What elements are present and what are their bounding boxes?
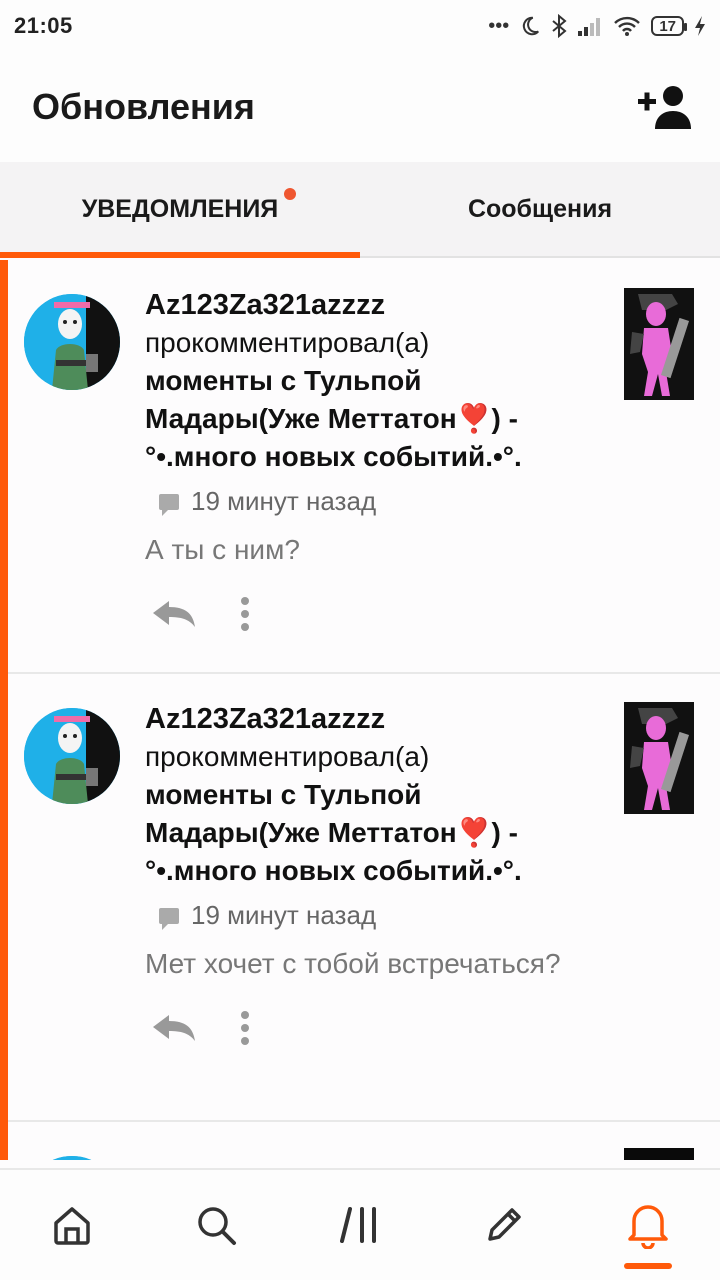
timestamp: 19 минут назад — [191, 900, 377, 930]
notification-body: Az123Za321azzzz прокомментировал(а) моме… — [145, 700, 585, 1057]
unread-dot — [284, 188, 296, 200]
reply-icon[interactable] — [151, 1013, 197, 1043]
home-icon — [54, 1207, 90, 1245]
bluetooth-icon — [552, 14, 567, 38]
feed-accent-bar — [0, 260, 8, 1160]
status-bar: 21:05 ••• 17 — [0, 0, 720, 52]
action-text: прокомментировал(а) — [145, 327, 430, 358]
tab-notifications-label: УВЕДОМЛЕНИЯ — [81, 194, 279, 223]
username[interactable]: Az123Za321azzzz — [145, 286, 585, 324]
nav-search[interactable] — [166, 1175, 266, 1275]
charging-icon — [695, 16, 705, 36]
username[interactable]: Az123Za321azzzz — [145, 700, 585, 738]
comment-icon — [159, 907, 179, 930]
pencil-icon — [488, 1208, 521, 1241]
post-thumbnail[interactable] — [624, 1148, 694, 1160]
signal-icon — [578, 18, 601, 36]
feed-icon — [340, 1207, 376, 1243]
wifi-icon — [614, 16, 641, 36]
nav-feed[interactable] — [310, 1175, 410, 1275]
notification-meta: 19 минут назад — [145, 900, 585, 931]
card-actions — [145, 1007, 585, 1057]
action-text: прокомментировал(а) — [145, 741, 430, 772]
notification-card[interactable]: Az123Za321azzzz прокомментировал(а) моме… — [0, 674, 720, 1122]
nav-home[interactable] — [22, 1175, 122, 1275]
tab-messages-label: Сообщения — [467, 194, 613, 223]
battery-indicator: 17 — [651, 16, 687, 36]
page-title: Обновления — [32, 86, 255, 127]
app-bar: Обновления — [0, 52, 720, 162]
search-icon — [198, 1207, 236, 1245]
status-icons: ••• 17 — [488, 14, 706, 38]
reply-icon[interactable] — [151, 599, 197, 629]
card-actions — [145, 593, 585, 643]
timestamp: 19 минут назад — [191, 486, 377, 516]
more-options-icon[interactable] — [241, 1011, 249, 1045]
nav-write[interactable] — [454, 1175, 554, 1275]
more-icon: ••• — [488, 14, 510, 37]
bottom-navigation — [0, 1168, 720, 1280]
nav-notifications[interactable] — [598, 1175, 698, 1275]
comment-text: А ты с ним? — [145, 534, 300, 565]
comment-icon — [159, 493, 179, 516]
notification-card[interactable]: Az123Za321azzzz прокомментировал(а) моме… — [0, 260, 720, 674]
tab-bar: УВЕДОМЛЕНИЯ Сообщения — [0, 162, 720, 258]
notification-card[interactable] — [0, 1122, 720, 1160]
post-title[interactable]: моменты с Тульпой Мадары(Уже Меттатон❣️)… — [145, 776, 585, 890]
avatar[interactable] — [24, 294, 120, 390]
status-time: 21:05 — [14, 13, 73, 38]
post-title[interactable]: моменты с Тульпой Мадары(Уже Меттатон❣️)… — [145, 362, 585, 476]
moon-icon — [523, 16, 540, 36]
bell-icon — [628, 1205, 668, 1249]
add-user-icon[interactable] — [636, 83, 692, 131]
post-thumbnail[interactable] — [624, 288, 694, 400]
notification-body: Az123Za321azzzz прокомментировал(а) моме… — [145, 286, 585, 643]
notifications-feed[interactable]: Az123Za321azzzz прокомментировал(а) моме… — [0, 260, 720, 1160]
avatar[interactable] — [24, 1156, 120, 1160]
comment-text: Мет хочет с тобой встречаться? — [145, 948, 561, 979]
avatar[interactable] — [24, 708, 120, 804]
notification-meta: 19 минут назад — [145, 486, 585, 517]
post-thumbnail[interactable] — [624, 702, 694, 814]
more-options-icon[interactable] — [241, 597, 249, 631]
tab-messages[interactable]: Сообщения — [360, 162, 720, 256]
tab-notifications[interactable]: УВЕДОМЛЕНИЯ — [0, 162, 360, 258]
